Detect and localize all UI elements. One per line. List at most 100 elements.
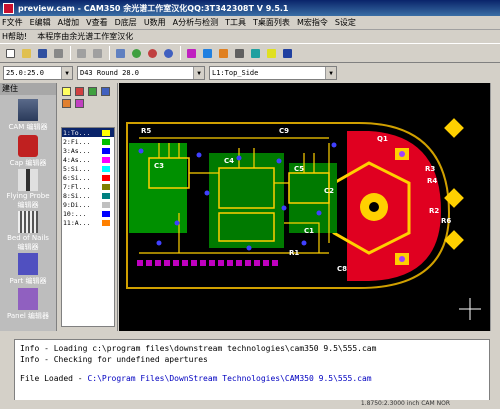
part-editor-icon (18, 253, 38, 275)
cap-editor-icon (18, 135, 38, 157)
cap-editor-button[interactable]: Cap 编辑器 (3, 135, 53, 168)
layer-tools (57, 83, 117, 113)
help-icon[interactable] (280, 46, 294, 60)
layer-add-icon[interactable] (62, 87, 71, 96)
flying-probe-editor-button[interactable]: Flying Probe 编辑器 (3, 169, 53, 210)
layer-down-icon[interactable] (101, 87, 110, 96)
measure-icon[interactable] (232, 46, 246, 60)
flying-probe-label: Flying Probe 编辑器 (6, 192, 50, 209)
layer-label: 8:Si... (63, 191, 91, 200)
layer-row[interactable]: 1:To... (62, 128, 114, 137)
save-icon[interactable] (35, 46, 49, 60)
layer-value: L1:Top_Side (212, 69, 259, 77)
chevron-down-icon[interactable]: ▼ (193, 67, 204, 79)
panel-editor-icon (18, 288, 38, 310)
zoom-window-icon[interactable] (113, 46, 127, 60)
pcb-drawing: R5 C9 Q1 C3 R3 R4 R2 R1 C8 R6 C4 C5 C1 C… (126, 118, 481, 320)
menu-view[interactable]: V查看 (86, 17, 107, 28)
layer-label: 1:To... (63, 128, 91, 137)
navigator-header: 建住 (0, 83, 56, 95)
log-line-loaded: File Loaded - C:\Program Files\DownStrea… (20, 374, 484, 385)
credit-text: 本程序由余光谱工作室汉化 (37, 32, 134, 41)
layer-swatch (102, 210, 110, 217)
grid-icon[interactable] (200, 46, 214, 60)
combo-bar: 25.0:25.0 ▼ D43 Round 28.0 ▼ L1:Top_Side… (0, 64, 500, 82)
layer-row[interactable]: 9:Di... (62, 200, 114, 209)
vertical-scrollbar[interactable] (490, 83, 500, 331)
layer-toggle-icon[interactable] (62, 99, 71, 108)
menu-add[interactable]: A增加 (58, 17, 79, 28)
layer-select[interactable]: L1:Top_Side ▼ (209, 66, 337, 80)
scale-select[interactable]: 25.0:25.0 ▼ (3, 66, 73, 80)
drill-hole (399, 151, 405, 157)
menu-edit[interactable]: E编辑 (30, 17, 51, 28)
toolbar-separator (180, 46, 181, 60)
chevron-down-icon[interactable]: ▼ (325, 67, 336, 79)
layer-row[interactable]: 11:A... (62, 218, 114, 227)
undo-icon[interactable] (74, 46, 88, 60)
toolbar-separator (70, 46, 71, 60)
chevron-down-icon[interactable]: ▼ (61, 67, 72, 79)
cam-editor-button[interactable]: CAM 编辑器 (3, 99, 53, 132)
layer-row[interactable]: 5:Si... (62, 164, 114, 173)
editor-navigator-panel: 建住 CAM 编辑器 Cap 编辑器 Flying Probe 编辑器 Bed … (0, 83, 57, 331)
layer-list[interactable]: 1:To... 2:Fi... 3:As... 4:As... 5:Si... … (61, 127, 115, 327)
snap-icon[interactable] (216, 46, 230, 60)
menu-tables[interactable]: T桌面列表 (253, 17, 290, 28)
log-line: File Loaded - (20, 374, 88, 383)
menu-analysis[interactable]: A分析与检测 (173, 17, 218, 28)
pad (444, 118, 464, 138)
zoom-in-icon[interactable] (129, 46, 143, 60)
menu-tools[interactable]: T工具 (225, 17, 246, 28)
menu-layer[interactable]: D底层 (115, 17, 137, 28)
layer-row[interactable]: 6:Si... (62, 173, 114, 182)
open-folder-icon[interactable] (19, 46, 33, 60)
layer-row[interactable]: 3:As... (62, 146, 114, 155)
label-c1: C1 (304, 227, 314, 235)
label-c2: C2 (324, 187, 334, 195)
redraw-icon[interactable] (264, 46, 278, 60)
aperture-value: D43 Round 28.0 (80, 69, 140, 77)
new-file-icon[interactable] (3, 46, 17, 60)
drill-hole (369, 202, 379, 212)
panel-editor-label: Panel 编辑器 (6, 312, 50, 320)
print-icon[interactable] (51, 46, 65, 60)
layer-label: 10:... (63, 209, 87, 218)
layer-swatch (102, 183, 110, 190)
aperture-select[interactable]: D43 Round 28.0 ▼ (77, 66, 205, 80)
layer-swatch (102, 138, 110, 145)
status-bar: 1.8750:2.3000 inch CAM NOR (0, 400, 500, 409)
label-r4: R4 (427, 177, 437, 185)
menu-file[interactable]: F文件 (2, 17, 23, 28)
bed-of-nails-label: Bed of Nails 编辑器 (7, 234, 49, 251)
layer-delete-icon[interactable] (75, 87, 84, 96)
part-editor-button[interactable]: Part 编辑器 (3, 253, 53, 286)
layer-label: 9:Di... (63, 200, 91, 209)
layer-label: 7:Fl... (63, 182, 91, 191)
panel-editor-button[interactable]: Panel 编辑器 (3, 288, 53, 321)
label-c5: C5 (294, 165, 304, 173)
redo-icon[interactable] (90, 46, 104, 60)
layer-up-icon[interactable] (88, 87, 97, 96)
menu-help[interactable]: H帮助! (2, 31, 27, 42)
layer-bar-icon[interactable] (184, 46, 198, 60)
log-line: Info - Loading c:\program files\downstre… (20, 344, 377, 353)
query-icon[interactable] (248, 46, 262, 60)
zoom-all-icon[interactable] (161, 46, 175, 60)
output-log[interactable]: Info - Loading c:\program files\downstre… (14, 339, 490, 401)
layer-row[interactable]: 2:Fi... (62, 137, 114, 146)
layer-row[interactable]: 7:Fl... (62, 182, 114, 191)
layer-label: 4:As... (63, 155, 91, 164)
layer-color-icon[interactable] (75, 99, 84, 108)
menu-macro[interactable]: M宏指令 (297, 17, 328, 28)
output-panel: Info - Loading c:\program files\downstre… (0, 331, 500, 409)
pcb-canvas[interactable]: R5 C9 Q1 C3 R3 R4 R2 R1 C8 R6 C4 C5 C1 C… (119, 83, 500, 331)
layer-row[interactable]: 8:Si... (62, 191, 114, 200)
menu-settings[interactable]: S设定 (335, 17, 356, 28)
zoom-out-icon[interactable] (145, 46, 159, 60)
layer-row[interactable]: 10:... (62, 209, 114, 218)
menu-utilities[interactable]: U数用 (144, 17, 166, 28)
bed-of-nails-editor-button[interactable]: Bed of Nails 编辑器 (3, 211, 53, 252)
layer-row[interactable]: 4:As... (62, 155, 114, 164)
